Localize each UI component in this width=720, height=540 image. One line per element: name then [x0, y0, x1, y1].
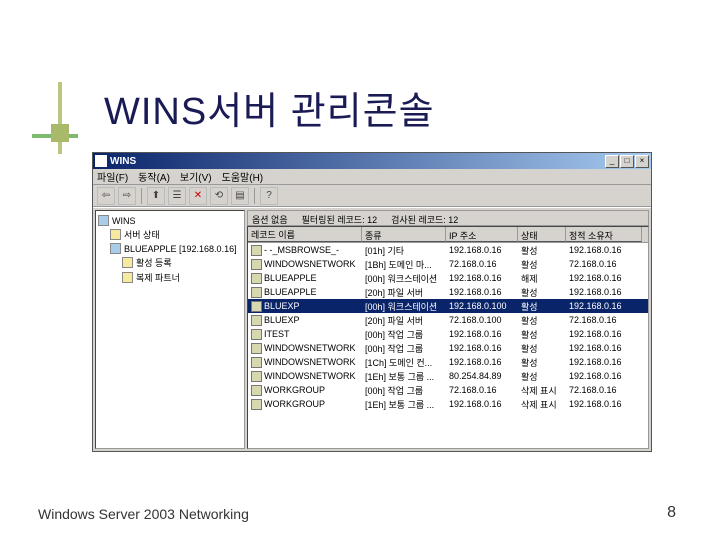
col-state[interactable]: 상태	[518, 227, 566, 242]
tree-root[interactable]: WINS	[98, 214, 242, 227]
toolbar: ⇦ ⇨ ⬆ ☰ ✕ ⟲ ▤ ?	[93, 185, 651, 207]
record-icon	[251, 343, 262, 354]
wins-window: WINS _ □ × 파일(F) 동작(A) 보기(V) 도움말(H) ⇦ ⇨ …	[92, 152, 652, 452]
table-row[interactable]: ITEST[00h] 작업 그룹192.168.0.16활성192.168.0.…	[248, 327, 648, 341]
table-row[interactable]: WORKGROUP[00h] 작업 그룹72.168.0.16삭제 표시72.1…	[248, 383, 648, 397]
toolbar-sep	[254, 188, 255, 204]
refresh-button[interactable]: ⟲	[210, 187, 228, 205]
scanned-count: 검사된 레코드: 12	[391, 213, 458, 223]
table-row[interactable]: BLUEXP[20h] 파일 서버72.168.0.100활성72.168.0.…	[248, 313, 648, 327]
back-button[interactable]: ⇦	[97, 187, 115, 205]
tree-server[interactable]: BLUEAPPLE [192.168.0.16]	[98, 242, 242, 255]
record-icon	[251, 357, 262, 368]
app-icon	[95, 155, 107, 167]
decor-vertical	[58, 82, 62, 154]
record-icon	[251, 273, 262, 284]
col-type[interactable]: 종류	[362, 227, 446, 242]
minimize-button[interactable]: _	[605, 155, 619, 168]
folder-icon	[122, 272, 133, 283]
table-row[interactable]: - -_MSBROWSE_-[01h] 기타192.168.0.16활성192.…	[248, 243, 648, 257]
table-row[interactable]: WORKGROUP[1Eh] 보통 그룹 ...192.168.0.16삭제 표…	[248, 397, 648, 411]
col-owner[interactable]: 정적 소유자	[566, 227, 642, 242]
table-row[interactable]: BLUEXP[00h] 워크스테이션192.168.0.100활성192.168…	[248, 299, 648, 313]
menu-file[interactable]: 파일(F)	[97, 169, 128, 184]
menu-action[interactable]: 동작(A)	[138, 169, 170, 184]
up-button[interactable]: ⬆	[147, 187, 165, 205]
titlebar[interactable]: WINS _ □ ×	[93, 153, 651, 169]
slide-title: WINS서버 관리콘솔	[104, 80, 435, 135]
wins-icon	[98, 215, 109, 226]
tree-active-reg[interactable]: 활성 등록	[98, 255, 242, 270]
filter-status: 옵션 없음 필터링된 레코드: 12 검사된 레코드: 12	[247, 210, 649, 226]
record-icon	[251, 259, 262, 270]
menu-help[interactable]: 도움말(H)	[222, 169, 263, 184]
menubar: 파일(F) 동작(A) 보기(V) 도움말(H)	[93, 169, 651, 185]
close-button[interactable]: ×	[635, 155, 649, 168]
tree-replication[interactable]: 복제 파트너	[98, 270, 242, 285]
export-button[interactable]: ▤	[231, 187, 249, 205]
table-row[interactable]: BLUEAPPLE[00h] 워크스테이션192.168.0.16해제192.1…	[248, 271, 648, 285]
table-row[interactable]: WINDOWSNETWORK[1Ch] 도메인 컨...192.168.0.16…	[248, 355, 648, 369]
table-row[interactable]: WINDOWSNETWORK[1Bh] 도메인 마...72.168.0.16활…	[248, 257, 648, 271]
table-row[interactable]: WINDOWSNETWORK[00h] 작업 그룹192.168.0.16활성1…	[248, 341, 648, 355]
status-icon	[110, 229, 121, 240]
props-button[interactable]: ☰	[168, 187, 186, 205]
tree-server-status[interactable]: 서버 상태	[98, 227, 242, 242]
table-row[interactable]: BLUEAPPLE[20h] 파일 서버192.168.0.16활성192.16…	[248, 285, 648, 299]
record-icon	[251, 371, 262, 382]
maximize-button[interactable]: □	[620, 155, 634, 168]
content-area: WINS 서버 상태 BLUEAPPLE [192.168.0.16] 활성 등…	[93, 207, 651, 451]
record-list[interactable]: 레코드 이름 종류 IP 주소 상태 정적 소유자 - -_MSBROWSE_-…	[247, 226, 649, 449]
col-ip[interactable]: IP 주소	[446, 227, 518, 242]
tree-panel[interactable]: WINS 서버 상태 BLUEAPPLE [192.168.0.16] 활성 등…	[95, 210, 245, 449]
record-icon	[251, 315, 262, 326]
page-number: 8	[667, 504, 676, 522]
footer-left: Windows Server 2003 Networking	[38, 506, 249, 522]
help-button[interactable]: ?	[260, 187, 278, 205]
record-icon	[251, 399, 262, 410]
right-panel: 옵션 없음 필터링된 레코드: 12 검사된 레코드: 12 레코드 이름 종류…	[247, 210, 649, 449]
decor-square	[51, 124, 69, 142]
col-name[interactable]: 레코드 이름	[248, 227, 362, 242]
list-header: 레코드 이름 종류 IP 주소 상태 정적 소유자	[248, 227, 648, 243]
record-icon	[251, 385, 262, 396]
filtered-count: 필터링된 레코드: 12	[302, 213, 377, 223]
toolbar-sep	[141, 188, 142, 204]
folder-icon	[122, 257, 133, 268]
window-title: WINS	[110, 156, 604, 167]
delete-button[interactable]: ✕	[189, 187, 207, 205]
menu-view[interactable]: 보기(V)	[180, 169, 212, 184]
server-icon	[110, 243, 121, 254]
list-body: - -_MSBROWSE_-[01h] 기타192.168.0.16활성192.…	[248, 243, 648, 448]
record-icon	[251, 301, 262, 312]
record-icon	[251, 329, 262, 340]
table-row[interactable]: WINDOWSNETWORK[1Eh] 보통 그룹 ...80.254.84.8…	[248, 369, 648, 383]
record-icon	[251, 287, 262, 298]
record-icon	[251, 245, 262, 256]
filter-label: 옵션 없음	[252, 213, 288, 223]
forward-button[interactable]: ⇨	[118, 187, 136, 205]
